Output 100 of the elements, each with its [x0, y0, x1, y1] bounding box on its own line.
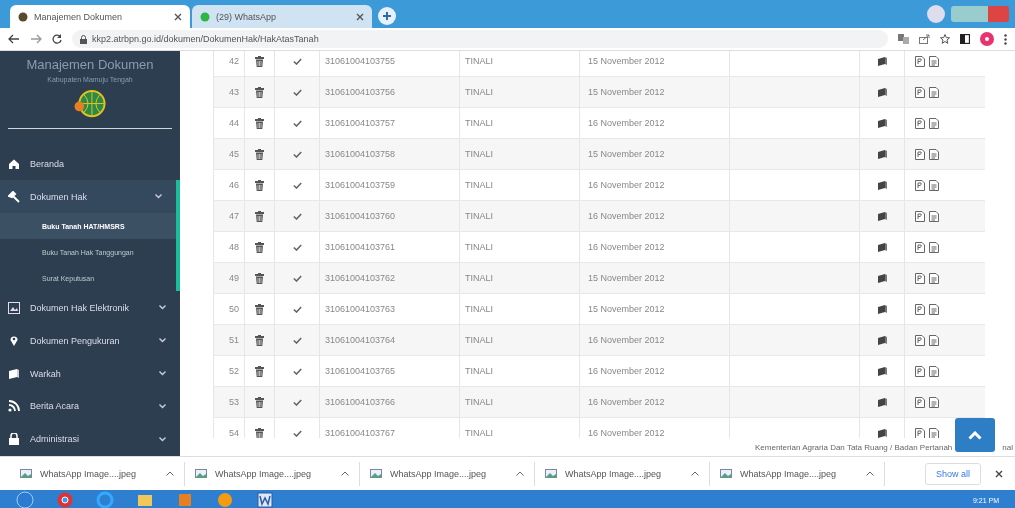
trash-icon[interactable] [255, 272, 264, 284]
table-cell: TINALI [459, 77, 579, 107]
download-item[interactable]: WhatsApp Image....jpeg [185, 461, 360, 486]
table-cell: TINALI [459, 418, 579, 438]
translate-icon[interactable] [898, 34, 909, 44]
plus-icon[interactable] [382, 11, 392, 21]
pdf-file-icon[interactable] [915, 427, 925, 438]
menu-item[interactable]: Beranda [0, 147, 180, 181]
document-icon[interactable] [929, 334, 939, 346]
document-icon[interactable] [929, 272, 939, 284]
pdf-file-icon[interactable] [915, 179, 925, 191]
book-icon[interactable] [877, 118, 887, 128]
share-icon[interactable] [919, 34, 930, 44]
trash-icon[interactable] [255, 179, 264, 191]
back-icon[interactable] [8, 34, 20, 44]
document-icon[interactable] [929, 210, 939, 222]
sidepanel-icon[interactable] [960, 34, 970, 44]
table-cell: 31061004103765 [319, 356, 459, 386]
menu-item[interactable]: Dokumen Hak Elektronik [0, 291, 180, 325]
browser-icon[interactable] [55, 491, 75, 508]
book-icon[interactable] [877, 273, 887, 283]
pdf-file-icon[interactable] [915, 86, 925, 98]
more-icon[interactable] [1004, 33, 1007, 45]
image-file-icon [195, 469, 207, 478]
book-icon[interactable] [877, 304, 887, 314]
download-item[interactable]: WhatsApp Image....jpeg [535, 461, 710, 486]
pdf-file-icon[interactable] [915, 117, 925, 129]
menu-item[interactable]: Administrasi [0, 423, 180, 456]
table-cell: 15 November 2012 [579, 263, 729, 293]
table-cell: TINALI [459, 170, 579, 200]
document-icon[interactable] [929, 179, 939, 191]
browser-tab[interactable]: Manajemen Dokumen [10, 5, 190, 28]
document-icon[interactable] [929, 148, 939, 160]
menu-item[interactable]: Berita Acara [0, 390, 180, 423]
pdf-file-icon[interactable] [915, 303, 925, 315]
trash-icon[interactable] [255, 210, 264, 222]
table-cell: 15 November 2012 [579, 51, 729, 76]
table-cell: 16 November 2012 [579, 170, 729, 200]
show-all-button[interactable]: Show all [924, 462, 981, 485]
pdf-file-icon[interactable] [915, 210, 925, 222]
book-icon[interactable] [877, 87, 887, 97]
document-icon[interactable] [929, 117, 939, 129]
trash-icon[interactable] [255, 427, 264, 438]
download-item[interactable]: WhatsApp Image....jpeg [710, 461, 885, 486]
book-icon[interactable] [877, 428, 887, 438]
globe-logo-icon [73, 89, 107, 119]
forward-icon[interactable] [30, 34, 42, 44]
browser-tab[interactable]: (29) WhatsApp [192, 5, 372, 28]
trash-icon[interactable] [255, 241, 264, 253]
download-item[interactable]: WhatsApp Image....jpeg [360, 461, 535, 486]
reload-icon[interactable] [52, 34, 62, 44]
table-cell: 43 [213, 77, 244, 107]
star-icon[interactable] [940, 34, 950, 44]
book-icon[interactable] [877, 242, 887, 252]
book-icon[interactable] [877, 211, 887, 221]
book-icon[interactable] [877, 149, 887, 159]
trash-icon[interactable] [255, 365, 264, 377]
trash-icon[interactable] [255, 148, 264, 160]
document-icon[interactable] [929, 86, 939, 98]
trash-icon[interactable] [255, 334, 264, 346]
pdf-file-icon[interactable] [915, 55, 925, 67]
document-icon[interactable] [929, 365, 939, 377]
caret-up-icon [341, 471, 349, 476]
book-icon[interactable] [877, 56, 887, 66]
table-cell: TINALI [459, 263, 579, 293]
trash-icon[interactable] [255, 396, 264, 408]
close-icon[interactable] [356, 12, 364, 21]
pdf-file-icon[interactable] [915, 241, 925, 253]
document-icon[interactable] [929, 55, 939, 67]
pdf-file-icon[interactable] [915, 148, 925, 160]
trash-icon[interactable] [255, 303, 264, 315]
document-icon[interactable] [929, 396, 939, 408]
menu-item[interactable]: Warkah [0, 357, 180, 390]
table-cell: TINALI [459, 325, 579, 355]
book-icon[interactable] [877, 366, 887, 376]
word-icon[interactable] [255, 491, 275, 508]
chevron-down-icon [159, 404, 166, 409]
menu-item[interactable]: Dokumen Pengukuran [0, 324, 180, 357]
download-item[interactable]: WhatsApp Image....jpeg [10, 461, 185, 486]
trash-icon[interactable] [255, 86, 264, 98]
table-cell: 31061004103757 [319, 108, 459, 138]
menu-item[interactable]: Dokumen Hak [0, 180, 180, 214]
pdf-file-icon[interactable] [915, 396, 925, 408]
document-icon[interactable] [929, 241, 939, 253]
avatar-icon[interactable] [980, 32, 994, 46]
book-icon[interactable] [877, 335, 887, 345]
document-icon[interactable] [929, 427, 939, 438]
book-icon[interactable] [877, 180, 887, 190]
scroll-top-button[interactable] [955, 418, 995, 452]
document-icon[interactable] [929, 303, 939, 315]
address-bar[interactable]: kkp2.atrbpn.go.id/dokumen/DokumenHak/HakAtasTanah [72, 30, 888, 48]
close-icon[interactable] [174, 12, 182, 21]
table-cell: 31061004103766 [319, 387, 459, 417]
pdf-file-icon[interactable] [915, 365, 925, 377]
book-icon[interactable] [877, 397, 887, 407]
trash-icon[interactable] [255, 117, 264, 129]
pdf-file-icon[interactable] [915, 334, 925, 346]
trash-icon[interactable] [255, 55, 264, 67]
pdf-file-icon[interactable] [915, 272, 925, 284]
chevron-down-icon [155, 194, 162, 200]
